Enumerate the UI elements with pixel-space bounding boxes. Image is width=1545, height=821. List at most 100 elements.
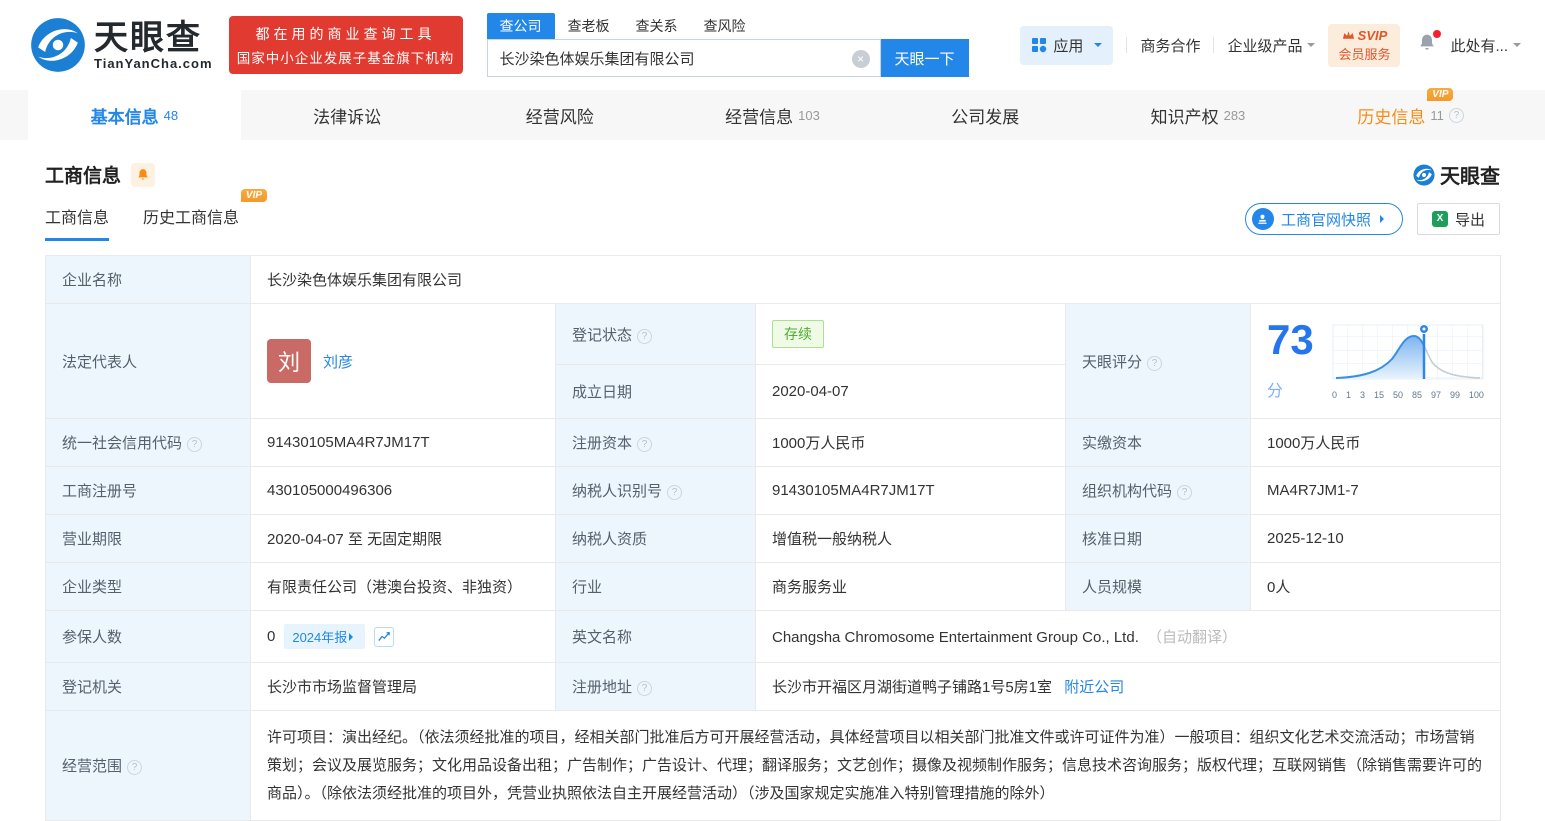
company-name-value: 长沙染色体娱乐集团有限公司 bbox=[249, 255, 1502, 304]
org-code-label: 组织机构代码? bbox=[1065, 466, 1251, 515]
table-row: 参保人数 0 2024年报 英文名称 Changsha Chromosome E… bbox=[45, 610, 1502, 663]
trend-chart-icon[interactable] bbox=[374, 626, 395, 647]
table-row: 法定代表人 刘 刘彦 登记状态? 存续 天眼评分? 73分 0 1 3 15 5… bbox=[45, 302, 1502, 419]
reg-address-label: 注册地址? bbox=[555, 662, 756, 711]
annual-report-badge[interactable]: 2024年报 bbox=[284, 624, 366, 649]
search-tab-company[interactable]: 查公司 bbox=[486, 13, 555, 39]
table-row: 登记机关 长沙市市场监督管理局 注册地址? 长沙市开福区月湖街道鸭子铺路1号5房… bbox=[45, 662, 1502, 711]
business-info-table: 企业名称 长沙染色体娱乐集团有限公司 法定代表人 刘 刘彦 登记状态? 存续 天… bbox=[45, 255, 1502, 821]
business-info-section: 工商信息 天眼查 工商信息 历史工商信息 VIP 工商官网快照 X 导出 企业名… bbox=[0, 160, 1545, 821]
industry-value: 商务服务业 bbox=[755, 562, 1066, 611]
tyc-score-value: 73分 0 1 3 15 50 85 97 99 100 bbox=[1249, 303, 1502, 419]
english-name-label: 英文名称 bbox=[555, 610, 756, 663]
reg-authority-value: 长沙市市场监督管理局 bbox=[250, 662, 556, 711]
logo-subtitle: TianYanCha.com bbox=[94, 55, 213, 71]
search-tab-risk[interactable]: 查风险 bbox=[691, 13, 759, 39]
legal-rep-label: 法定代表人 bbox=[45, 303, 251, 419]
search-tab-boss[interactable]: 查老板 bbox=[555, 13, 623, 39]
insured-count-label: 参保人数 bbox=[45, 610, 251, 663]
business-scope-label: 经营范围? bbox=[45, 709, 251, 821]
help-icon[interactable]: ? bbox=[1147, 355, 1163, 371]
auto-translate-note: （自动翻译） bbox=[1147, 629, 1238, 646]
subscribe-bell-button[interactable] bbox=[131, 162, 156, 187]
apps-menu[interactable]: 应用 bbox=[1020, 25, 1114, 65]
vip-badge: VIP bbox=[240, 189, 268, 202]
avatar[interactable]: 刘 bbox=[267, 339, 311, 383]
help-icon[interactable]: ? bbox=[127, 760, 143, 776]
tab-history-info[interactable]: 历史信息 VIP 11 ? bbox=[1304, 87, 1517, 140]
table-row: 企业类型 有限责任公司（港澳台投资、非独资） 行业 商务服务业 人员规模 0人 bbox=[45, 562, 1502, 611]
chevron-down-icon bbox=[1307, 43, 1316, 51]
search-input[interactable] bbox=[487, 40, 880, 76]
help-icon[interactable]: ? bbox=[1448, 107, 1464, 123]
business-term-value: 2020-04-07 至 无固定期限 bbox=[250, 514, 556, 563]
score-axis-ticks: 01 3 15 50 85 97 99 100 bbox=[1332, 389, 1484, 400]
svip-member-button[interactable]: SVIP 会员服务 bbox=[1328, 23, 1401, 67]
help-icon[interactable]: ? bbox=[637, 328, 653, 344]
help-icon[interactable]: ? bbox=[1177, 485, 1193, 500]
official-snapshot-button[interactable]: 工商官网快照 bbox=[1244, 203, 1403, 235]
reg-authority-label: 登记机关 bbox=[45, 662, 251, 711]
subtab-business-info[interactable]: 工商信息 bbox=[45, 204, 110, 241]
paid-capital-label: 实缴资本 bbox=[1065, 418, 1251, 467]
reg-no-label: 工商注册号 bbox=[45, 466, 251, 515]
help-icon[interactable]: ? bbox=[637, 681, 653, 696]
tab-company-development[interactable]: 公司发展 bbox=[879, 90, 1092, 140]
table-row: 经营范围? 许可项目：演出经纪。（依法须经批准的项目，经相关部门批准后方可开展经… bbox=[45, 709, 1502, 821]
help-icon[interactable]: ? bbox=[667, 485, 683, 500]
help-icon[interactable]: ? bbox=[187, 437, 203, 452]
export-button[interactable]: X 导出 bbox=[1416, 203, 1500, 235]
help-icon[interactable]: ? bbox=[637, 437, 653, 452]
tab-operation-info[interactable]: 经营信息 103 bbox=[666, 90, 879, 140]
search-button[interactable]: 天眼一下 bbox=[880, 39, 969, 77]
company-nav-tabs: 基本信息 48 法律诉讼 经营风险 经营信息 103 公司发展 知识产权 283… bbox=[0, 87, 1545, 140]
subtab-history-business-info[interactable]: 历史工商信息 VIP bbox=[143, 189, 268, 241]
tab-operation-risk[interactable]: 经营风险 bbox=[453, 90, 666, 140]
industry-label: 行业 bbox=[555, 562, 756, 611]
company-type-label: 企业类型 bbox=[45, 562, 251, 611]
tianyancha-logo[interactable]: 天眼查 TianYanCha.com bbox=[30, 17, 213, 73]
org-code-value: MA4R7JM1-7 bbox=[1249, 466, 1502, 515]
crown-icon bbox=[1342, 31, 1354, 39]
business-cooperation-link[interactable]: 商务合作 bbox=[1140, 35, 1200, 56]
apps-label: 应用 bbox=[1053, 37, 1084, 55]
business-scope-value: 许可项目：演出经纪。（依法须经批准的项目，经相关部门批准后方可开展经营活动，具体… bbox=[249, 709, 1502, 821]
arrow-right-icon bbox=[349, 632, 357, 641]
staff-size-value: 0人 bbox=[1249, 562, 1502, 611]
header-nav: 应用 商务合作 企业级产品 SVIP 会员服务 此处有... bbox=[1020, 23, 1521, 67]
score-distribution-chart: 01 3 15 50 85 97 99 100 bbox=[1332, 323, 1484, 400]
tab-intellectual-property[interactable]: 知识产权 283 bbox=[1092, 90, 1305, 140]
tab-basic-info[interactable]: 基本信息 48 bbox=[28, 90, 241, 140]
reg-capital-value: 1000万人民币 bbox=[755, 418, 1066, 467]
tax-id-label: 纳税人识别号? bbox=[555, 466, 756, 515]
legal-rep-link[interactable]: 刘彦 bbox=[323, 351, 353, 372]
vip-badge: VIP bbox=[1427, 87, 1454, 101]
enterprise-products-menu[interactable]: 企业级产品 bbox=[1227, 35, 1316, 56]
excel-icon: X bbox=[1431, 211, 1448, 227]
search-area: 查公司 查老板 查关系 查风险 × 天眼一下 bbox=[486, 13, 969, 77]
clear-icon[interactable]: × bbox=[851, 50, 870, 68]
company-name-label: 企业名称 bbox=[45, 255, 251, 304]
search-tab-relation[interactable]: 查关系 bbox=[623, 13, 691, 39]
promo-banner-line1: 都在用的商业查询工具 bbox=[255, 25, 436, 42]
legal-rep-value: 刘 刘彦 bbox=[250, 303, 556, 419]
business-term-label: 营业期限 bbox=[45, 514, 251, 563]
tianyancha-logo-icon bbox=[1413, 163, 1435, 186]
section-title: 工商信息 bbox=[45, 166, 122, 187]
grid-icon bbox=[1032, 38, 1047, 53]
tab-legal-proceedings[interactable]: 法律诉讼 bbox=[241, 90, 454, 140]
notification-bell-button[interactable] bbox=[1417, 29, 1442, 58]
reg-status-label: 登记状态? bbox=[555, 302, 756, 366]
nearby-companies-link[interactable]: 附近公司 bbox=[1064, 679, 1124, 696]
english-name-value: Changsha Chromosome Entertainment Group … bbox=[754, 610, 1502, 663]
approval-date-value: 2025-12-10 bbox=[1249, 514, 1502, 563]
uscc-value: 91430105MA4R7JM17T bbox=[250, 418, 556, 467]
table-row: 营业期限 2020-04-07 至 无固定期限 纳税人资质 增值税一般纳税人 核… bbox=[45, 514, 1502, 563]
promo-banner[interactable]: 都在用的商业查询工具 国家中小企业发展子基金旗下机构 bbox=[228, 16, 463, 74]
chevron-down-icon bbox=[1513, 43, 1521, 51]
table-row: 工商注册号 430105000496306 纳税人识别号? 91430105MA… bbox=[45, 466, 1502, 515]
uscc-label: 统一社会信用代码? bbox=[45, 418, 251, 467]
user-menu[interactable]: 此处有... bbox=[1450, 35, 1521, 56]
founded-date-label: 成立日期 bbox=[555, 364, 756, 419]
watermark-label: 天眼查 bbox=[1440, 166, 1500, 188]
